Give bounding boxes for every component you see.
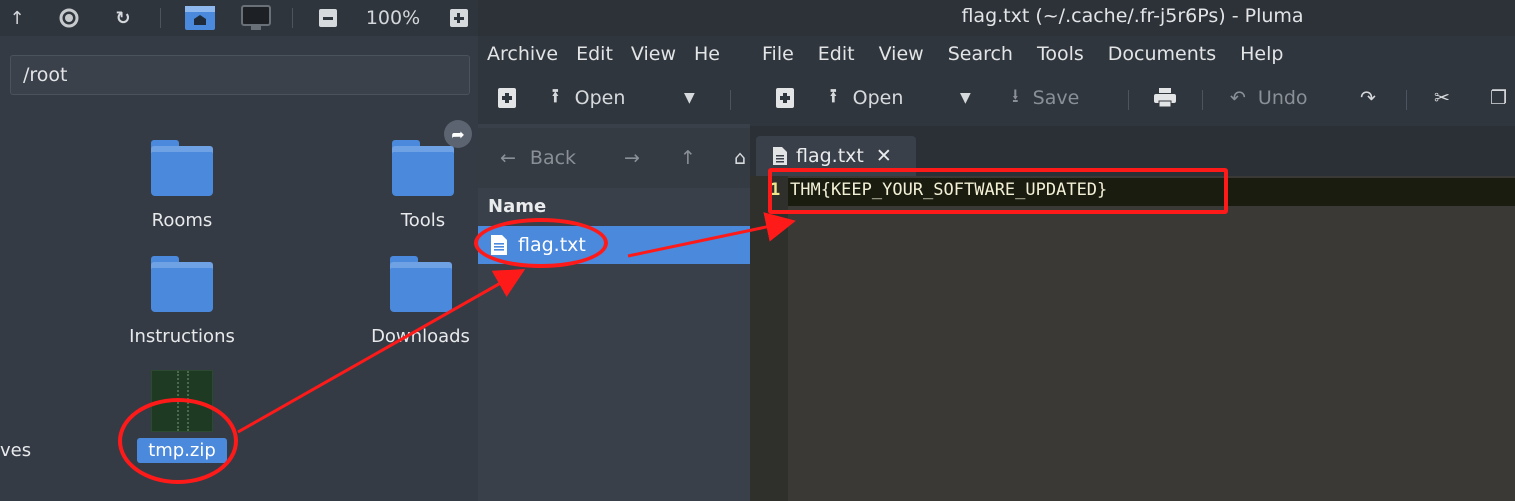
arrow-flag-to-content: [627, 212, 796, 258]
arrow-zip-to-flag: [237, 269, 526, 434]
annotation-arrows: [237, 212, 796, 434]
